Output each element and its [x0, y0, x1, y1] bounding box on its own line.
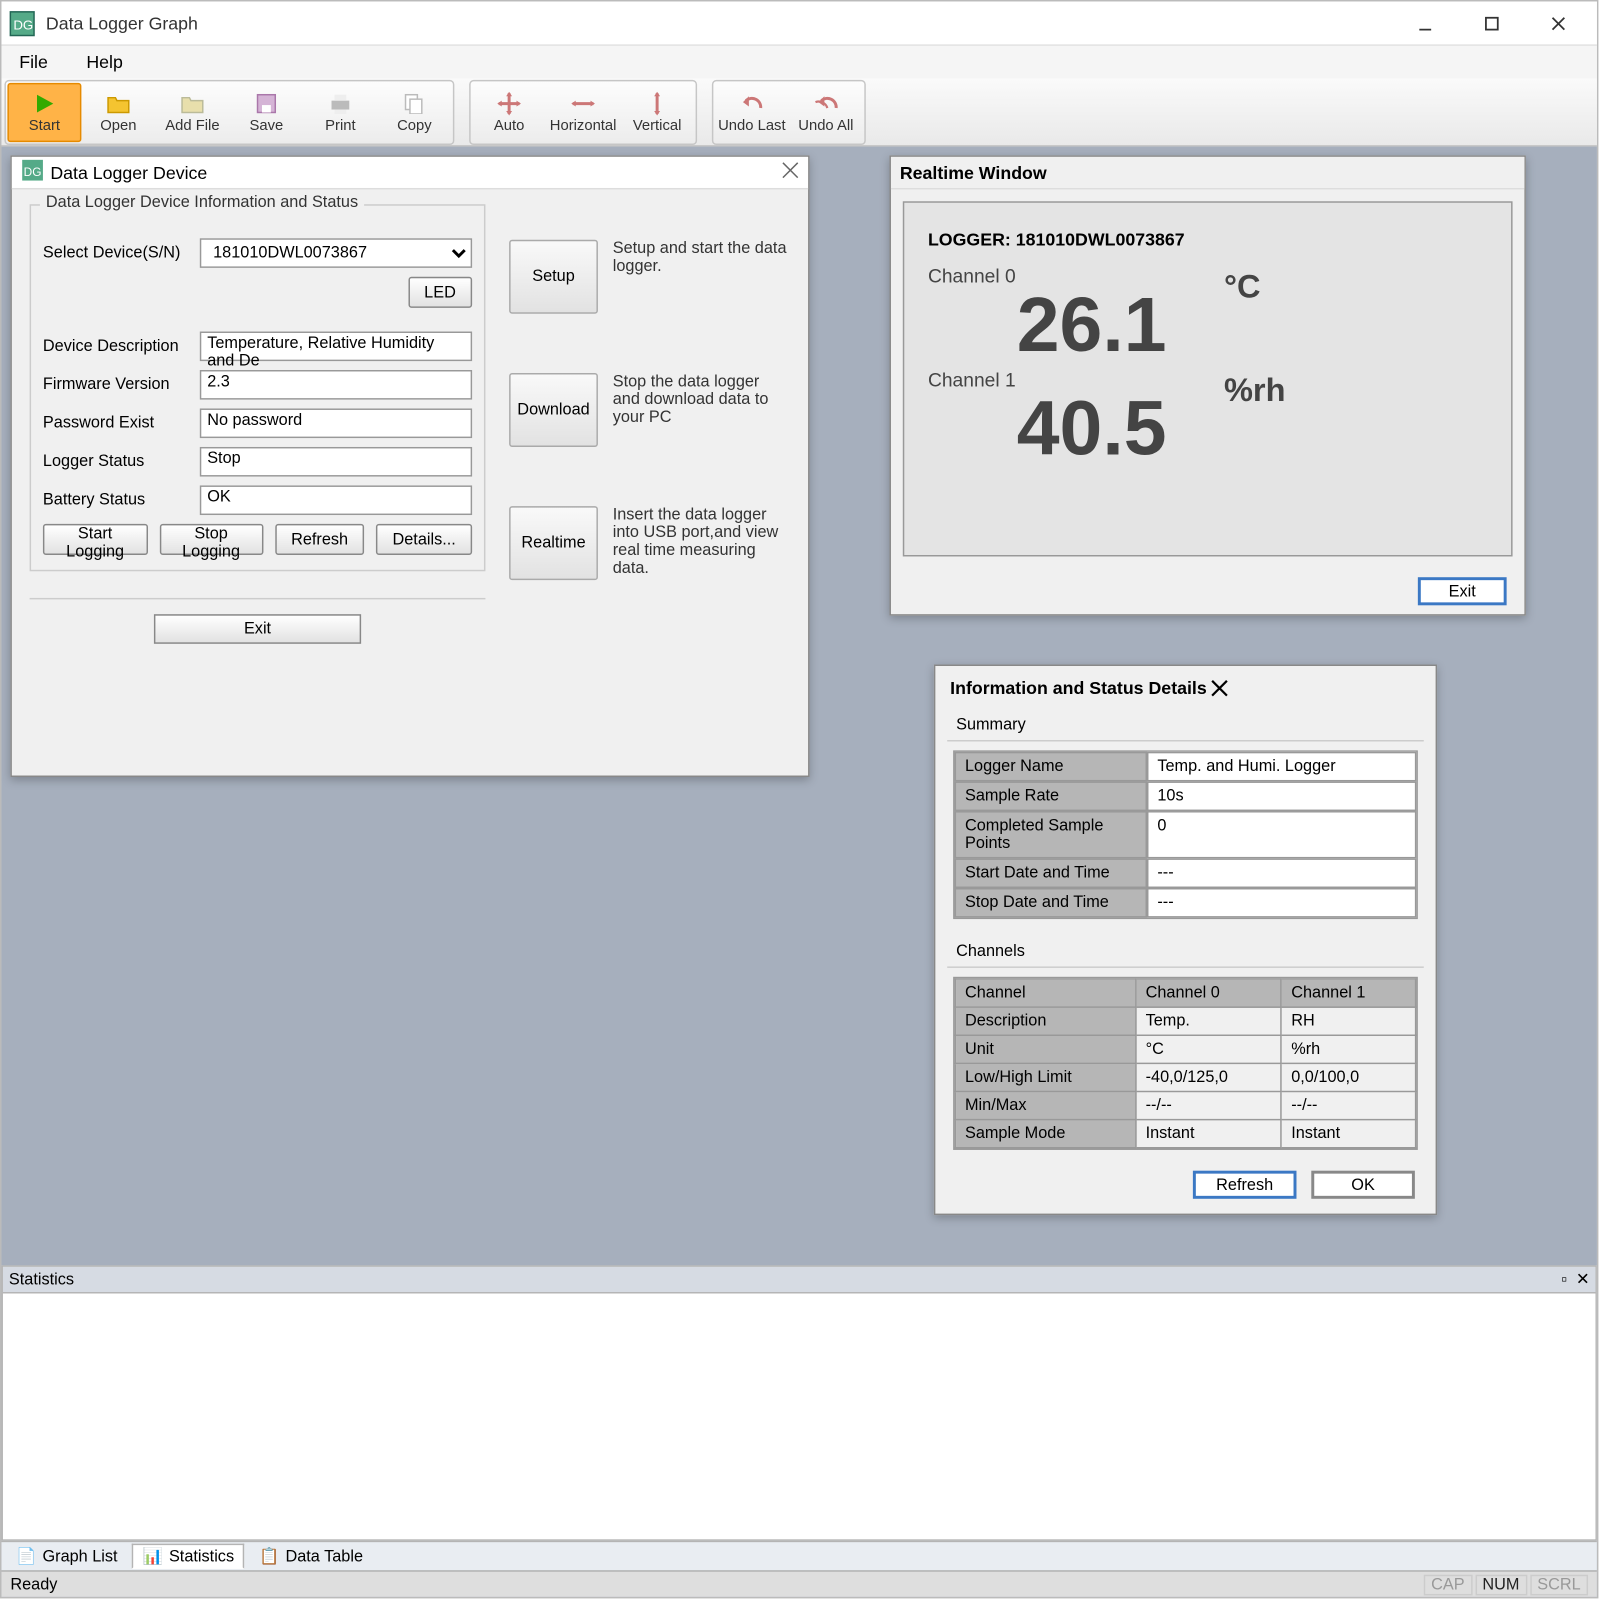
realtime-title: Realtime Window: [900, 162, 1047, 183]
maximize-button[interactable]: [1458, 2, 1525, 43]
close-icon[interactable]: [781, 161, 799, 183]
open-button[interactable]: Open: [81, 82, 155, 141]
channel0-label: Channel 0: [928, 265, 1487, 287]
minimize-button[interactable]: [1391, 2, 1458, 43]
copy-button[interactable]: Copy: [377, 82, 451, 141]
select-device-dropdown[interactable]: 181010DWL0073867: [200, 238, 472, 268]
channel1-unit: %rh: [1224, 371, 1286, 409]
close-button[interactable]: [1524, 2, 1591, 43]
channel0-unit: °C: [1224, 268, 1261, 306]
app-title: Data Logger Graph: [46, 13, 198, 34]
info-ok-button[interactable]: OK: [1311, 1171, 1415, 1199]
start-button[interactable]: Start: [7, 82, 81, 141]
horizontal-button[interactable]: Horizontal: [546, 82, 620, 141]
channels-label: Channels: [947, 940, 1424, 968]
realtime-panel: Realtime Window LOGGER: 181010DWL0073867…: [889, 155, 1525, 615]
pin-icon[interactable]: ▫: [1561, 1271, 1567, 1289]
statusbar: Ready CAP NUM SCRL: [1, 1570, 1596, 1597]
info-refresh-button[interactable]: Refresh: [1193, 1171, 1297, 1199]
device-panel-title: Data Logger Device: [50, 162, 207, 183]
status-scrl: SCRL: [1530, 1574, 1588, 1595]
setup-desc: Setup and start the data logger.: [613, 240, 791, 314]
statistics-pane: Statistics ▫ ✕: [1, 1265, 1596, 1540]
realtime-desc: Insert the data logger into USB port,and…: [613, 506, 791, 580]
info-title: Information and Status Details: [950, 678, 1207, 699]
device-exit-button[interactable]: Exit: [154, 614, 361, 644]
info-close-icon[interactable]: [1207, 675, 1234, 702]
save-button[interactable]: Save: [229, 82, 303, 141]
menu-file[interactable]: File: [10, 49, 56, 76]
svg-text:DG: DG: [24, 165, 42, 179]
ls-value: Stop: [200, 447, 472, 477]
svg-text:DG: DG: [13, 17, 33, 32]
device-panel: DG Data Logger Device Data Logger Device…: [10, 155, 809, 777]
bottom-tabs: 📄 Graph List 📊 Statistics 📋 Data Table: [1, 1541, 1596, 1571]
summary-label: Summary: [947, 713, 1424, 741]
vertical-button[interactable]: Vertical: [620, 82, 694, 141]
channel1-label: Channel 1: [928, 369, 1487, 391]
desc-label: Device Description: [43, 337, 191, 355]
print-button[interactable]: Print: [303, 82, 377, 141]
channels-grid: ChannelChannel 0Channel 1 DescriptionTem…: [953, 977, 1418, 1150]
status-num: NUM: [1475, 1574, 1527, 1595]
realtime-exit-button[interactable]: Exit: [1418, 577, 1507, 605]
refresh-button[interactable]: Refresh: [275, 524, 365, 555]
bs-label: Battery Status: [43, 491, 191, 509]
tab-statistics[interactable]: 📊 Statistics: [132, 1544, 244, 1569]
stats-close-icon[interactable]: ✕: [1576, 1270, 1590, 1289]
summary-grid: Logger NameTemp. and Humi. Logger Sample…: [953, 750, 1418, 919]
tab-graphlist[interactable]: 📄 Graph List: [7, 1545, 126, 1567]
details-button[interactable]: Details...: [376, 524, 472, 555]
auto-button[interactable]: Auto: [472, 82, 546, 141]
realtime-button[interactable]: Realtime: [509, 506, 598, 580]
fw-label: Firmware Version: [43, 376, 191, 394]
menu-help[interactable]: Help: [77, 49, 131, 76]
channel1-value: 40.5: [928, 391, 1487, 468]
led-button[interactable]: LED: [408, 277, 472, 308]
ls-label: Logger Status: [43, 453, 191, 471]
fw-value: 2.3: [200, 370, 472, 400]
undoall-button[interactable]: Undo All: [789, 82, 863, 141]
device-group-label: Data Logger Device Information and Statu…: [40, 194, 364, 212]
status-cap: CAP: [1424, 1574, 1472, 1595]
app-icon: DG: [7, 8, 37, 38]
info-panel: Information and Status Details Summary L…: [934, 665, 1437, 1216]
select-device-label: Select Device(S/N): [43, 244, 191, 262]
pw-label: Password Exist: [43, 414, 191, 432]
download-button[interactable]: Download: [509, 373, 598, 447]
channel0-value: 26.1: [928, 287, 1487, 364]
stop-logging-button[interactable]: Stop Logging: [159, 524, 263, 555]
menubar: File Help: [1, 46, 1596, 79]
bs-value: OK: [200, 485, 472, 515]
addfile-button[interactable]: Add File: [155, 82, 229, 141]
realtime-logger-label: LOGGER: 181010DWL0073867: [928, 229, 1487, 250]
start-logging-button[interactable]: Start Logging: [43, 524, 147, 555]
toolbar: Start Open Add File Save Print Copy Auto…: [1, 78, 1596, 146]
undolast-button[interactable]: Undo Last: [715, 82, 789, 141]
tab-datatable[interactable]: 📋 Data Table: [250, 1545, 371, 1567]
titlebar: DG Data Logger Graph: [1, 1, 1596, 45]
status-ready: Ready: [10, 1575, 57, 1593]
statistics-title: Statistics: [9, 1271, 74, 1289]
setup-button[interactable]: Setup: [509, 240, 598, 314]
pw-value: No password: [200, 408, 472, 438]
device-panel-icon: DG: [21, 158, 45, 186]
workspace: DG Data Logger Device Data Logger Device…: [1, 147, 1596, 1597]
desc-value: Temperature, Relative Humidity and De: [200, 332, 472, 362]
download-desc: Stop the data logger and download data t…: [613, 373, 791, 447]
